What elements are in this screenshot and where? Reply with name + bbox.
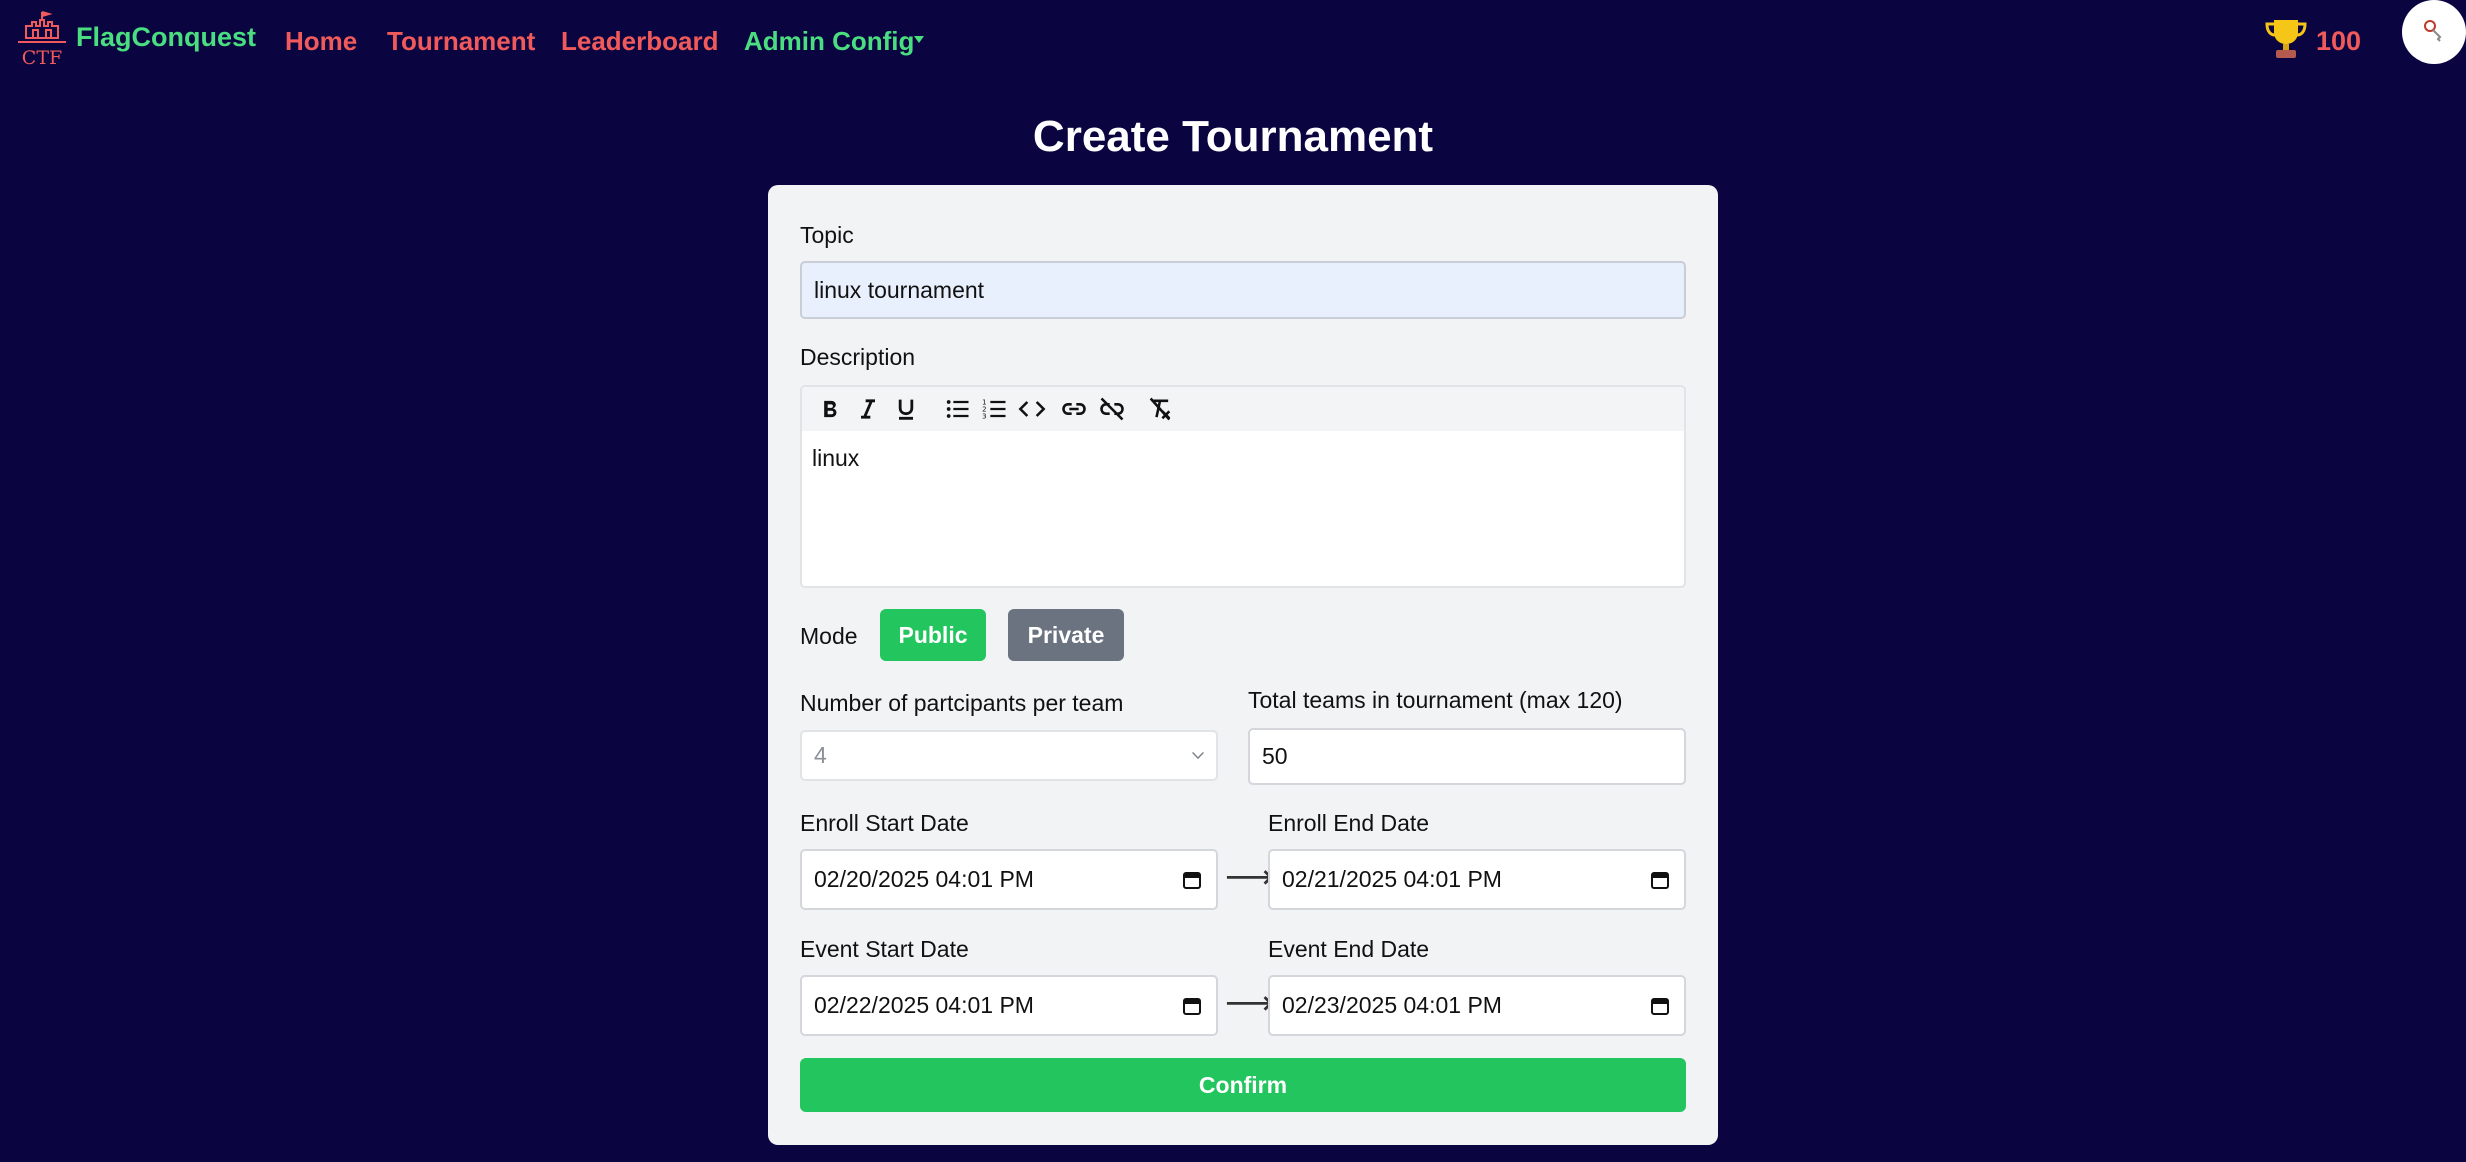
enroll-end-input[interactable]: 02/21/2025 04:01 PM xyxy=(1268,849,1686,910)
svg-text:CTF: CTF xyxy=(22,47,62,68)
brand-name[interactable]: FlagConquest xyxy=(76,22,256,53)
chevron-down-icon[interactable] xyxy=(914,36,924,43)
code-icon[interactable] xyxy=(1016,393,1048,425)
event-end-input[interactable]: 02/23/2025 04:01 PM xyxy=(1268,975,1686,1036)
score-value: 100 xyxy=(2316,26,2362,56)
link-icon[interactable] xyxy=(1058,393,1090,425)
nav-home-link[interactable]: Home xyxy=(285,26,357,57)
enroll-start-input[interactable]: 02/20/2025 04:01 PM xyxy=(800,849,1218,910)
teams-label: Total teams in tournament (max 120) xyxy=(1248,687,1623,713)
calendar-icon[interactable] xyxy=(1650,870,1670,890)
nav-admin-config-link[interactable]: Admin Config xyxy=(744,26,914,57)
unlink-icon[interactable] xyxy=(1096,393,1128,425)
teams-input[interactable]: 50 xyxy=(1248,728,1686,785)
nav-leaderboard-link[interactable]: Leaderboard xyxy=(561,26,719,57)
description-label: Description xyxy=(800,344,916,370)
enroll-start-label: Enroll Start Date xyxy=(800,810,969,836)
participants-label: Number of partcipants per team xyxy=(800,690,1124,716)
topic-label: Topic xyxy=(800,222,854,248)
bold-icon[interactable] xyxy=(814,393,846,425)
participants-value: 4 xyxy=(814,742,827,768)
editor-toolbar: 123 xyxy=(802,387,1684,431)
mode-label: Mode xyxy=(800,623,858,649)
enroll-end-value: 02/21/2025 04:01 PM xyxy=(1282,866,1502,892)
topic-input[interactable]: linux tournament xyxy=(800,261,1686,319)
page-title: Create Tournament xyxy=(1032,112,1434,161)
create-tournament-form: Topic linux tournament Description 123 l… xyxy=(768,185,1718,1145)
calendar-icon[interactable] xyxy=(1182,996,1202,1016)
trophy-icon xyxy=(2264,18,2308,60)
event-start-label: Event Start Date xyxy=(800,936,969,962)
clear-format-icon[interactable] xyxy=(1144,393,1176,425)
nav-tournament-link[interactable]: Tournament xyxy=(387,26,535,57)
description-editor[interactable]: 123 linux xyxy=(800,385,1686,588)
event-start-input[interactable]: 02/22/2025 04:01 PM xyxy=(800,975,1218,1036)
participants-select[interactable]: 4 xyxy=(800,730,1218,781)
bullet-list-icon[interactable] xyxy=(942,393,974,425)
event-start-value: 02/22/2025 04:01 PM xyxy=(814,992,1034,1018)
calendar-icon[interactable] xyxy=(1650,996,1670,1016)
event-end-value: 02/23/2025 04:01 PM xyxy=(1282,992,1502,1018)
italic-icon[interactable] xyxy=(852,393,884,425)
private-mode-button[interactable]: Private xyxy=(1008,609,1124,661)
chevron-down-icon xyxy=(1192,746,1204,759)
enroll-end-label: Enroll End Date xyxy=(1268,810,1430,836)
event-end-label: Event End Date xyxy=(1268,936,1430,962)
date-range-arrow-icon: ⟶ xyxy=(1225,858,1274,896)
enroll-start-value: 02/20/2025 04:01 PM xyxy=(814,866,1034,892)
description-text[interactable]: linux xyxy=(812,445,859,472)
ctf-logo-icon[interactable]: CTF xyxy=(16,10,68,69)
numbered-list-icon[interactable]: 123 xyxy=(979,393,1011,425)
public-mode-button[interactable]: Public xyxy=(880,609,986,661)
confirm-button[interactable]: Confirm xyxy=(800,1058,1686,1112)
svg-text:3: 3 xyxy=(982,412,986,420)
calendar-icon[interactable] xyxy=(1182,870,1202,890)
underline-icon[interactable] xyxy=(890,393,922,425)
navbar: CTF FlagConquest Home Tournament Leaderb… xyxy=(0,0,2466,80)
date-range-arrow-icon: ⟶ xyxy=(1225,984,1274,1022)
user-avatar[interactable] xyxy=(2402,0,2466,64)
